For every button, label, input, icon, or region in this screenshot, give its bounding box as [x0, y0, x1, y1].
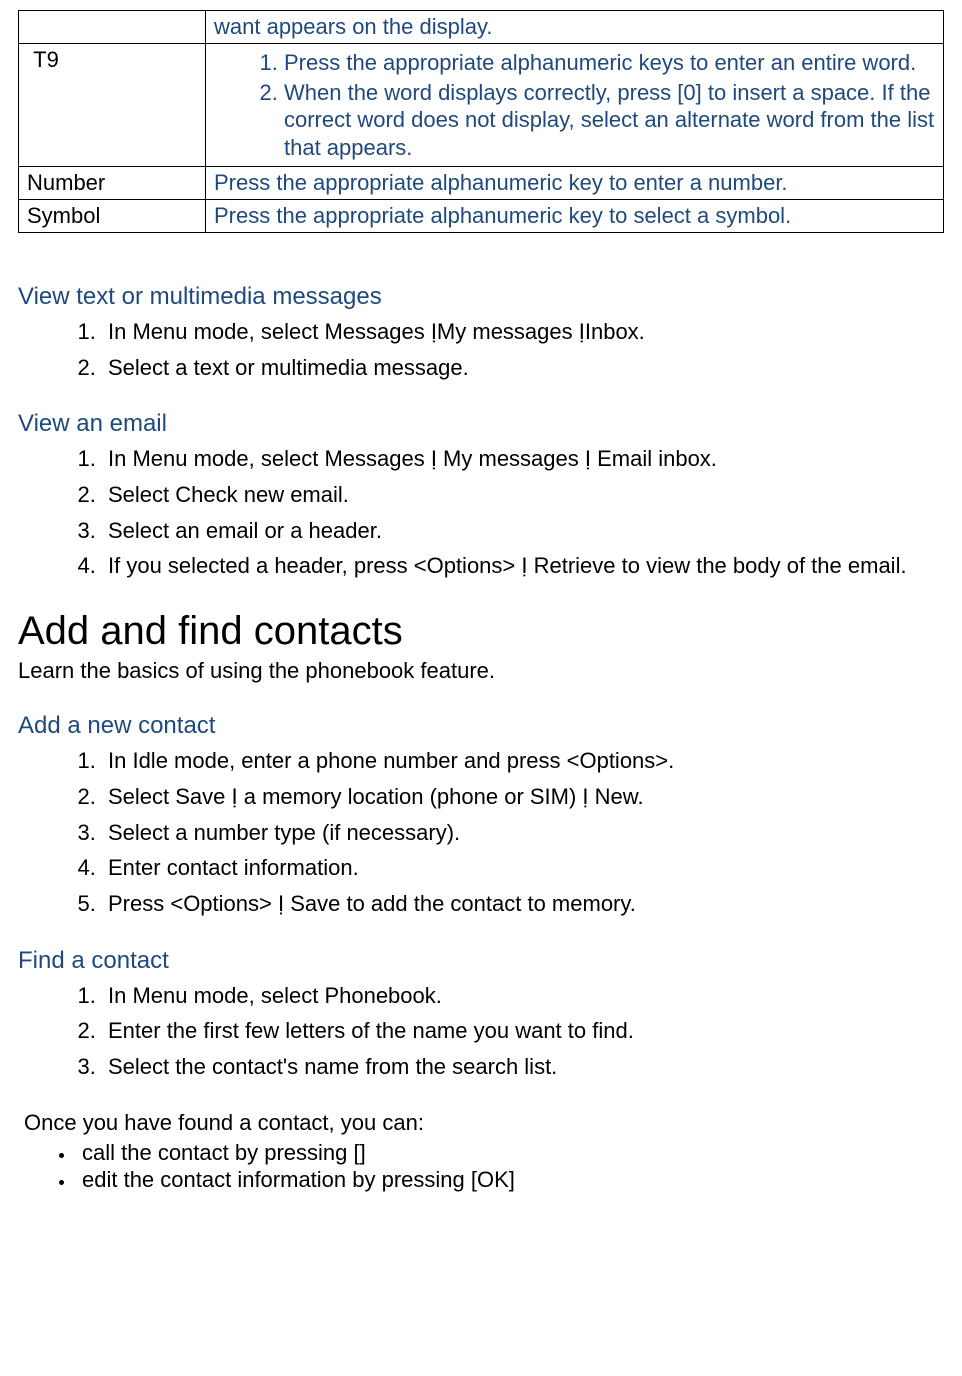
list-item: If you selected a header, press <Options…: [102, 551, 944, 581]
list-item: Press <Options> Ị Save to add the contac…: [102, 889, 944, 919]
list-item: Select an email or a header.: [102, 516, 944, 546]
add-contact-steps: In Idle mode, enter a phone number and p…: [18, 746, 944, 918]
list-item: Press the appropriate alphanumeric keys …: [284, 49, 935, 77]
view-messages-steps: In Menu mode, select Messages ỊMy messag…: [18, 317, 944, 382]
table-cell-right: Press the appropriate alphanumeric key t…: [206, 167, 944, 200]
heading-add-find-contacts: Add and find contacts: [18, 609, 944, 654]
table-row: want appears on the display.: [19, 11, 944, 44]
list-item: In Menu mode, select Messages ỊMy messag…: [102, 317, 944, 347]
table-row: Symbol Press the appropriate alphanumeri…: [19, 200, 944, 233]
list-item: Enter contact information.: [102, 853, 944, 883]
table-cell-left: [19, 11, 206, 44]
list-item: edit the contact information by pressing…: [76, 1167, 944, 1193]
find-contact-steps: In Menu mode, select Phonebook. Enter th…: [18, 981, 944, 1082]
table-cell-right: want appears on the display.: [206, 11, 944, 44]
t9-steps: Press the appropriate alphanumeric keys …: [214, 49, 935, 161]
view-email-steps: In Menu mode, select Messages Ị My messa…: [18, 444, 944, 581]
list-item: Select Check new email.: [102, 480, 944, 510]
list-item: In Idle mode, enter a phone number and p…: [102, 746, 944, 776]
contacts-intro: Learn the basics of using the phonebook …: [18, 658, 944, 684]
list-item: Select a number type (if necessary).: [102, 818, 944, 848]
list-item: Select the contact's name from the searc…: [102, 1052, 944, 1082]
table-cell-left: Number: [19, 167, 206, 200]
section-heading-view-email: View an email: [18, 410, 944, 438]
section-heading-add-contact: Add a new contact: [18, 712, 944, 740]
list-item: call the contact by pressing []: [76, 1140, 944, 1166]
table-cell-right: Press the appropriate alphanumeric key t…: [206, 200, 944, 233]
table-cell-left: Symbol: [19, 200, 206, 233]
list-item: Select a text or multimedia message.: [102, 353, 944, 383]
once-found-intro: Once you have found a contact, you can:: [24, 1110, 944, 1136]
table-row: Number Press the appropriate alphanumeri…: [19, 167, 944, 200]
list-item: Enter the first few letters of the name …: [102, 1016, 944, 1046]
table-cell-left: T9: [19, 44, 206, 167]
section-heading-view-messages: View text or multimedia messages: [18, 283, 944, 311]
list-item: Select Save Ị a memory location (phone o…: [102, 782, 944, 812]
table-cell-right: Press the appropriate alphanumeric keys …: [206, 44, 944, 167]
list-item: In Menu mode, select Messages Ị My messa…: [102, 444, 944, 474]
input-mode-table: want appears on the display. T9 Press th…: [18, 10, 944, 233]
list-item: When the word displays correctly, press …: [284, 79, 935, 162]
once-found-bullets: call the contact by pressing [] edit the…: [18, 1140, 944, 1193]
list-item: In Menu mode, select Phonebook.: [102, 981, 944, 1011]
table-row: T9 Press the appropriate alphanumeric ke…: [19, 44, 944, 167]
section-heading-find-contact: Find a contact: [18, 947, 944, 975]
